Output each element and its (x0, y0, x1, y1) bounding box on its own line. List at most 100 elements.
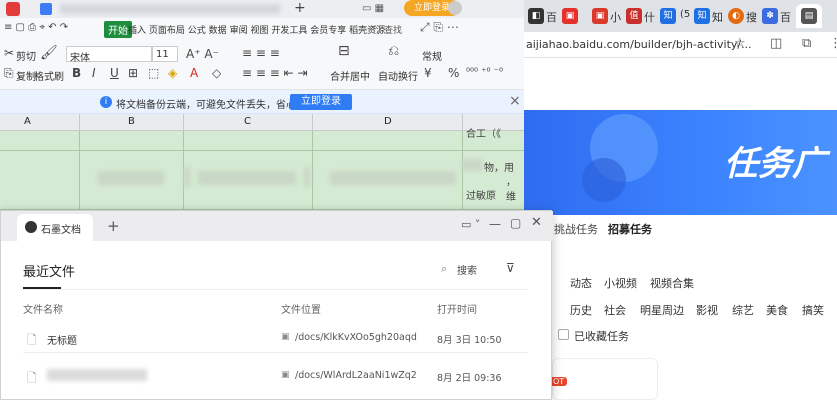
file-row[interactable]: 🗋 无标题 ▣ /docs/KlkKvXOo5gh20aqd 8月 3日 10:… (23, 323, 528, 353)
browser-tab[interactable]: 百 (546, 9, 557, 25)
star-icon[interactable]: ☆ (734, 36, 746, 51)
format-painter-icon[interactable]: 🖌 (40, 46, 58, 60)
cell-text[interactable]: 合工（《 (466, 125, 501, 140)
menu-items[interactable]: 插入 页面布局 公式 数据 审阅 视图 开发工具 会员专享 稻壳资源 (128, 23, 385, 36)
blurred-cell[interactable] (98, 171, 164, 185)
blurred-cell[interactable] (184, 167, 190, 187)
wrap-icon[interactable]: ⎌ (388, 44, 399, 58)
close-icon[interactable]: × (509, 93, 521, 109)
cell-text[interactable]: ，维 (506, 173, 524, 203)
more-icon[interactable]: ⋮ (829, 36, 837, 51)
menu-item[interactable]: 视图 (250, 26, 268, 36)
category-item[interactable]: 历史 (570, 302, 592, 318)
blurred-cell[interactable] (198, 171, 296, 185)
category-item[interactable]: 视频合集 (650, 275, 694, 291)
filter-icon[interactable]: ⊽ (506, 261, 515, 275)
cell-text[interactable]: 过敏原 (466, 187, 496, 202)
number-format-select[interactable]: 常规 (422, 48, 442, 63)
column-header-b[interactable]: B (128, 116, 135, 127)
tab-favicon[interactable]: ▣ (592, 8, 608, 24)
underline-button[interactable]: U (110, 66, 119, 80)
copy-icon[interactable]: ⎘ (4, 66, 14, 80)
split-view-icon[interactable]: ◫ (770, 36, 782, 51)
browser-tab[interactable]: 小 (610, 9, 621, 25)
align-top-icon[interactable]: ≡ ≡ ≡ (242, 46, 280, 60)
file-row[interactable]: 🗋 ▣ /docs/WlArdL2aaNi1wZq2 8月 2日 09:36 (23, 361, 528, 391)
url-field[interactable]: aijiahao.baidu.com/builder/bjh-activity/… (526, 38, 752, 51)
fill-color-icon[interactable]: ◈ (168, 66, 177, 80)
menu-item[interactable]: 插入 (128, 26, 146, 36)
shimo-tab[interactable]: 石墨文档 (17, 214, 93, 241)
task-card[interactable] (552, 358, 658, 400)
column-header-d[interactable]: D (384, 116, 392, 127)
blurred-cell[interactable] (304, 167, 310, 187)
maximize-icon[interactable]: ▢ (510, 216, 521, 230)
wrap-text-button[interactable]: 自动换行 (378, 68, 418, 83)
blurred-cell[interactable] (462, 159, 482, 171)
column-header-c[interactable]: C (244, 116, 251, 127)
decimal-icons[interactable]: ⁰⁰⁰ ⁺⁰ ⁻⁰ (466, 66, 503, 80)
category-item[interactable]: 美食 (766, 302, 788, 318)
file-location[interactable]: /docs/WlArdL2aaNi1wZq2 (295, 370, 417, 381)
menu-item[interactable]: 审阅 (230, 26, 248, 36)
browser-tab[interactable]: 知 (712, 9, 723, 25)
tab-favicon[interactable]: ▣ (562, 8, 578, 24)
category-item[interactable]: 社会 (604, 302, 626, 318)
search-icon[interactable]: ⌕ (372, 22, 378, 33)
nav-challenge-tasks[interactable]: 挑战任务 (554, 221, 598, 237)
currency-button[interactable]: ¥ (424, 66, 432, 80)
align-left-icon[interactable]: ≡ ≡ ≡ ⇤ ⇥ (242, 66, 308, 80)
tab-favicon[interactable]: 知 (660, 8, 676, 24)
category-item[interactable]: 综艺 (732, 302, 754, 318)
percent-button[interactable]: % (448, 66, 459, 80)
column-header-a[interactable]: A (24, 116, 31, 127)
collections-icon[interactable]: ⧉ (802, 36, 811, 51)
nav-recruit-tasks[interactable]: 招募任务 (608, 221, 652, 237)
italic-button[interactable]: I (92, 66, 96, 80)
search-button[interactable]: 搜索 (457, 262, 477, 277)
tab-favicon[interactable]: ▤ (801, 8, 817, 24)
font-name-select[interactable]: 宋体 (66, 46, 152, 64)
border-icon[interactable]: ⊞ (128, 66, 138, 80)
browser-tab[interactable]: 百 (780, 9, 791, 25)
search-icon[interactable]: ⌕ (441, 262, 447, 276)
blurred-cell[interactable] (330, 171, 456, 185)
category-item[interactable]: 小视频 (604, 275, 637, 291)
blurred-file-name[interactable] (47, 369, 147, 381)
cut-button[interactable]: 剪切 (16, 48, 36, 63)
close-window-icon[interactable]: ✕ (531, 215, 542, 230)
ribbon-more-icons[interactable]: ⤢ ⎘ ⋯ (420, 20, 459, 35)
menu-item[interactable]: 公式 (188, 26, 206, 36)
clear-icon[interactable]: ◇ (212, 66, 221, 80)
new-tab-button[interactable]: + (107, 217, 120, 235)
font-size-select[interactable]: 11 (152, 46, 178, 62)
merge-icon[interactable]: ⊟ (338, 44, 350, 58)
format-painter-button[interactable]: 格式刷 (34, 68, 64, 83)
menu-icons[interactable]: ≡ ▢ ⎙ ⌖ ↶ ↷ (4, 22, 68, 33)
font-color-icon[interactable]: A (190, 66, 198, 80)
avatar[interactable] (448, 1, 462, 15)
scissors-icon[interactable]: ✂ (4, 46, 14, 60)
tab-favicon[interactable]: ◐ (728, 8, 744, 24)
search-label[interactable]: 查找 (384, 23, 402, 36)
notice-login-button[interactable]: 立即登录 (290, 94, 352, 110)
window-layout-icon[interactable]: ▭ ▦ (362, 3, 384, 14)
category-item[interactable]: 搞笑 (802, 302, 824, 318)
copy-button[interactable]: 复制 (16, 68, 36, 83)
menu-item[interactable]: 稻壳资源 (349, 26, 385, 36)
tab-favicon[interactable]: ✽ (762, 8, 778, 24)
layout-toggle-icon[interactable]: ▭ ˅ (461, 218, 480, 231)
collected-checkbox[interactable] (558, 329, 569, 340)
tab-favicon[interactable]: 知 (694, 8, 710, 24)
category-item[interactable]: 明星周边 (640, 302, 684, 318)
browser-tab[interactable]: 什 (644, 9, 655, 25)
category-item[interactable]: 影视 (696, 302, 718, 318)
browser-tab[interactable]: 搜 (746, 9, 757, 25)
menu-item[interactable]: 页面布局 (149, 26, 185, 36)
browser-tab-extra[interactable]: (5 (680, 9, 690, 20)
cell-style-icon[interactable]: ⬚ (148, 66, 159, 80)
font-grow-icon[interactable]: A⁺ A⁻ (186, 47, 219, 61)
menu-item[interactable]: 开发工具 (271, 26, 307, 36)
menu-item[interactable]: 会员专享 (310, 26, 346, 36)
category-item[interactable]: 动态 (570, 275, 592, 291)
